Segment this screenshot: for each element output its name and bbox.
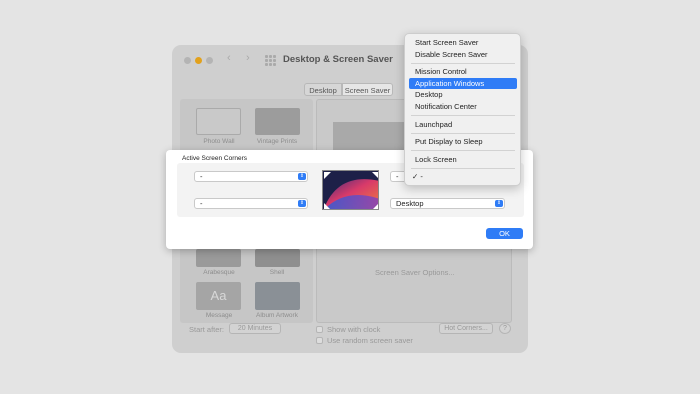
menu-separator xyxy=(411,150,515,151)
menu-item-notification-center[interactable]: Notification Center xyxy=(409,101,517,112)
menu-separator xyxy=(411,115,515,116)
checkmark-icon: ✓ xyxy=(412,172,419,181)
screen-saver-options-button[interactable]: Screen Saver Options... xyxy=(375,268,455,277)
sheet-title: Active Screen Corners xyxy=(182,155,248,162)
menu-item-disable-screen-saver[interactable]: Disable Screen Saver xyxy=(409,49,517,60)
stepper-icon: ⇕ xyxy=(495,200,503,207)
minimize-dot[interactable] xyxy=(195,57,202,64)
stepper-icon: ⇕ xyxy=(298,200,306,207)
menu-item-label: - xyxy=(420,172,423,181)
menu-item-none[interactable]: ✓ - xyxy=(409,171,517,182)
menu-item-start-screen-saver[interactable]: Start Screen Saver xyxy=(409,37,517,48)
window-title: Desktop & Screen Saver xyxy=(283,54,393,65)
stepper-icon: ⇕ xyxy=(298,173,306,180)
start-after-value: 20 Minutes xyxy=(237,325,273,332)
menu-separator xyxy=(411,133,515,134)
wallpaper-image xyxy=(323,171,378,209)
close-dot[interactable] xyxy=(184,57,191,64)
hot-corners-button[interactable]: Hot Corners... xyxy=(439,323,493,334)
help-button[interactable]: ? xyxy=(499,323,511,334)
thumbnail-message[interactable]: Aa xyxy=(196,282,241,310)
menu-item-application-windows[interactable]: Application Windows xyxy=(409,78,517,89)
thumbnail-label: Photo Wall xyxy=(203,138,235,145)
menu-separator xyxy=(411,63,515,64)
thumbnail-photo-wall[interactable] xyxy=(196,108,241,135)
menu-item-mission-control[interactable]: Mission Control xyxy=(409,66,517,77)
random-saver-checkbox[interactable] xyxy=(316,337,323,344)
screen-preview xyxy=(322,170,379,210)
menu-item-lock-screen[interactable]: Lock Screen xyxy=(409,154,517,165)
menu-item-put-display-to-sleep[interactable]: Put Display to Sleep xyxy=(409,136,517,147)
random-saver-label: Use random screen saver xyxy=(327,336,413,345)
popup-value: - xyxy=(200,199,203,208)
popup-value: - xyxy=(396,172,399,181)
show-clock-label: Show with clock xyxy=(327,325,381,334)
zoom-dot[interactable] xyxy=(206,57,213,64)
chevron-right-icon[interactable]: › xyxy=(246,52,250,64)
grid-icon[interactable] xyxy=(265,55,276,66)
menu-separator xyxy=(411,168,515,169)
thumbnail-vintage-prints[interactable] xyxy=(255,108,300,135)
thumbnail-label: Message xyxy=(205,312,233,319)
popup-value: - xyxy=(200,172,203,181)
chevron-left-icon[interactable]: ‹ xyxy=(227,52,231,64)
menu-item-desktop[interactable]: Desktop xyxy=(409,89,517,100)
bottom-left-corner-popup[interactable]: - ⇕ xyxy=(194,198,308,209)
thumbnail-album-artwork[interactable] xyxy=(255,282,300,310)
popup-value: Desktop xyxy=(396,199,424,208)
tab-desktop[interactable]: Desktop xyxy=(304,83,342,96)
start-after-label: Start after: xyxy=(189,325,225,334)
show-clock-checkbox[interactable] xyxy=(316,326,323,333)
thumbnail-shell[interactable] xyxy=(255,249,300,267)
start-after-popup[interactable]: 20 Minutes xyxy=(229,323,281,334)
thumbnail-label: Vintage Prints xyxy=(256,138,298,145)
thumbnail-arabesque[interactable] xyxy=(196,249,241,267)
tab-screen-saver[interactable]: Screen Saver xyxy=(342,83,393,96)
thumbnail-label: Shell xyxy=(269,269,285,276)
bottom-right-corner-popup[interactable]: Desktop ⇕ xyxy=(390,198,505,209)
ok-button[interactable]: OK xyxy=(486,228,523,239)
thumbnail-label: Arabesque xyxy=(203,269,235,276)
top-left-corner-popup[interactable]: - ⇕ xyxy=(194,171,308,182)
thumbnail-label: Album Artwork xyxy=(256,312,298,319)
menu-item-launchpad[interactable]: Launchpad xyxy=(409,119,517,130)
